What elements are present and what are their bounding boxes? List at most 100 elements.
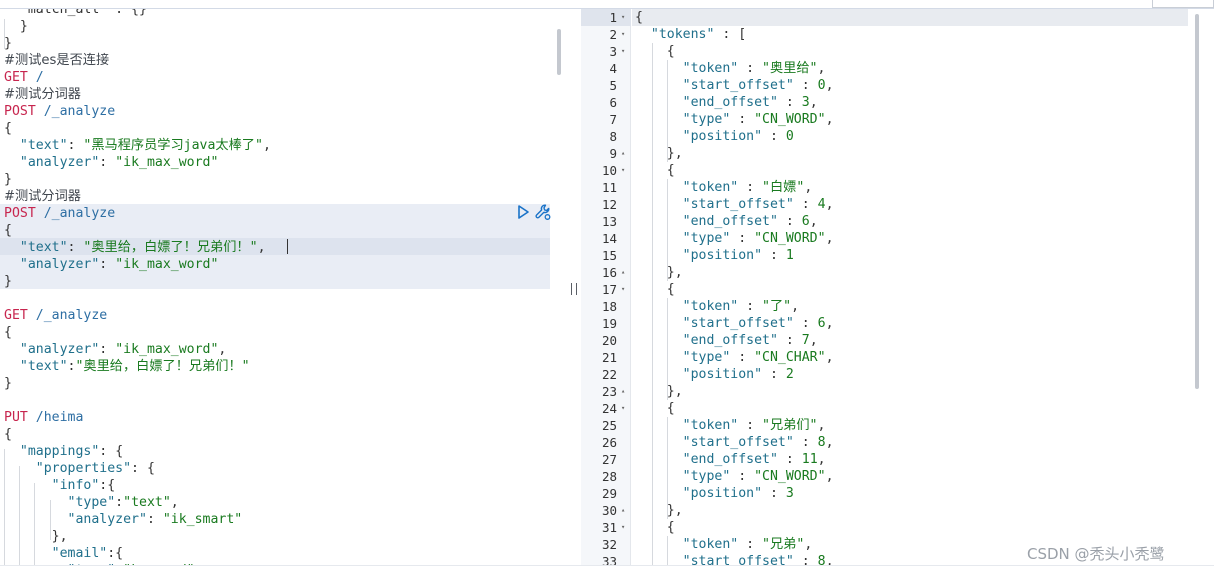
line-number: 17: [601, 282, 617, 297]
json-punctuation: {: [115, 546, 124, 561]
fold-arrow-down-icon[interactable]: ▾: [621, 281, 629, 298]
editor-line: #测试分词器: [4, 86, 81, 103]
json-value: 2: [785, 367, 794, 382]
editor-line: POST /_analyze: [4, 205, 115, 222]
json-key: "text": [19, 240, 68, 255]
json-separator: :: [777, 452, 802, 467]
fold-arrow-down-icon[interactable]: ▾: [621, 9, 629, 26]
json-punctuation: ,: [825, 350, 834, 365]
line-number: 20: [601, 333, 617, 348]
request-editor-scrollbar[interactable]: [557, 29, 561, 75]
line-number: 9: [609, 146, 617, 161]
json-punctuation: ,: [825, 112, 834, 127]
line-number: 27: [601, 452, 617, 467]
json-punctuation: ,: [817, 61, 826, 76]
code-text: },: [635, 146, 683, 161]
json-value: "ik_smart": [162, 512, 243, 527]
editor-line: "properties": {: [4, 460, 155, 477]
json-value: "CN_WORD": [754, 112, 826, 127]
json-separator: :: [762, 367, 786, 382]
line-number: 24: [601, 401, 617, 416]
json-punctuation: ,: [825, 197, 834, 212]
editor-line: "analyzer": "ik_smart": [4, 511, 243, 528]
response-line: {: [635, 281, 675, 298]
request-path: /_analyze: [27, 308, 108, 323]
response-line: "start_offset" : 8,: [635, 553, 834, 565]
top-search-input[interactable]: [1152, 0, 1214, 8]
fold-arrow-up-icon[interactable]: ▴: [621, 145, 629, 162]
wrench-icon[interactable]: [534, 203, 552, 221]
code-text: }: [4, 36, 12, 51]
json-key: "info": [51, 478, 100, 493]
request-editor[interactable]: "match_all" : {} }} #测试es是否连接 GET / #测试分词器 P…: [0, 9, 561, 565]
json-key: "type": [682, 469, 731, 484]
fold-arrow-down-icon[interactable]: ▾: [621, 26, 629, 43]
json-punctuation: ,: [817, 452, 826, 467]
code-text: }: [4, 19, 28, 34]
json-key: "text": [19, 359, 68, 374]
editor-line: {: [4, 324, 12, 341]
editor-line: GET /_analyze: [4, 307, 107, 324]
fold-arrow-up-icon[interactable]: ▴: [621, 502, 629, 519]
line-number: 4: [609, 61, 617, 76]
code-text: },: [635, 384, 683, 399]
response-line: {: [635, 43, 675, 60]
json-value: 3: [785, 486, 794, 501]
json-punctuation: ,: [791, 299, 800, 314]
json-punctuation: {: [115, 444, 124, 459]
response-line: "end_offset" : 11,: [635, 451, 826, 468]
json-value: 6: [817, 316, 826, 331]
resize-grip-icon[interactable]: [571, 283, 577, 295]
line-number: 15: [601, 248, 617, 263]
editor-line: }: [4, 375, 12, 392]
line-number: 1: [609, 10, 617, 25]
json-separator: :: [99, 257, 116, 272]
code-text: {: [635, 282, 675, 297]
json-punctuation: ,: [804, 537, 813, 552]
json-value: 1: [785, 248, 794, 263]
fold-arrow-down-icon[interactable]: ▾: [621, 519, 629, 536]
response-line: },: [635, 145, 683, 162]
json-key: "type": [682, 112, 731, 127]
code-text: {: [4, 223, 12, 238]
code-comment: #测试es是否连接: [4, 53, 110, 68]
response-scrollbar[interactable]: [1195, 14, 1199, 389]
json-separator: :: [67, 240, 84, 255]
response-line: "type" : "CN_CHAR",: [635, 349, 834, 366]
json-punctuation: ,: [257, 240, 266, 255]
response-line: },: [635, 383, 683, 400]
json-separator: :: [793, 316, 818, 331]
json-separator: :: [793, 554, 818, 565]
response-line: "end_offset" : 7,: [635, 332, 818, 349]
editor-line: "text":"奥里给，白嫖了！兄弟们！": [4, 358, 250, 375]
json-value: "奥里给，白嫖了！兄弟们！": [83, 240, 258, 255]
json-key: "end_offset": [682, 95, 778, 110]
line-number: 5: [609, 78, 617, 93]
fold-arrow-up-icon[interactable]: ▴: [621, 264, 629, 281]
fold-arrow-down-icon[interactable]: ▾: [621, 162, 629, 179]
json-value: "CN_WORD": [754, 231, 826, 246]
fold-arrow-down-icon[interactable]: ▾: [621, 43, 629, 60]
play-triangle-icon[interactable]: [516, 204, 530, 220]
json-punctuation: {: [107, 478, 116, 493]
json-key: "type": [682, 350, 731, 365]
fold-arrow-up-icon[interactable]: ▴: [621, 383, 629, 400]
json-punctuation: ,: [825, 435, 834, 450]
json-separator: :: [777, 333, 802, 348]
json-separator: :: [738, 537, 763, 552]
fold-arrow-down-icon[interactable]: ▾: [621, 400, 629, 417]
response-line: "token" : "兄弟们",: [635, 417, 826, 434]
json-separator: :: [793, 435, 818, 450]
json-separator: :: [777, 214, 802, 229]
json-key: "position": [682, 486, 763, 501]
